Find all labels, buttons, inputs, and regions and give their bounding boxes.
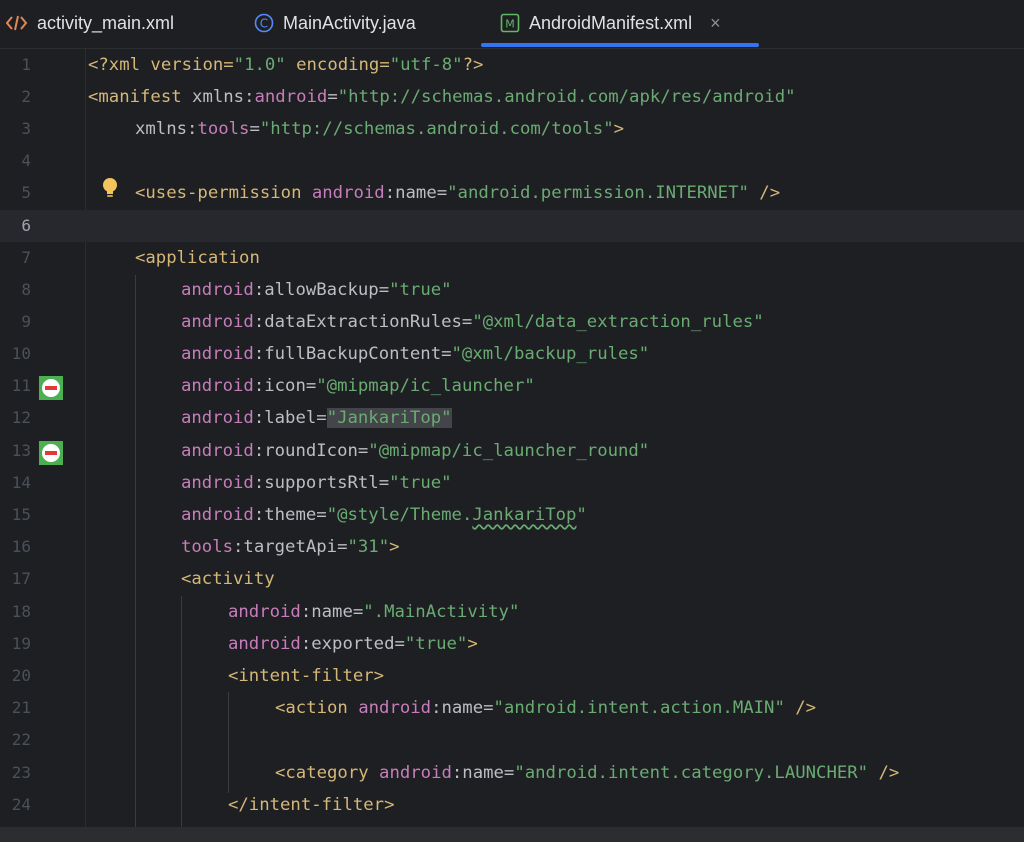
code-line-current: 6 [0,210,1024,242]
code-line: 20 <intent-filter> [0,660,1024,692]
line-number: 13 [11,441,31,460]
code-text: android:theme="@style/Theme.JankariTop" [181,505,587,525]
code-line: 12 android:label="JankariTop" [0,402,1024,434]
code-line: 16 tools:targetApi="31"> [0,531,1024,563]
code-text: <activity [181,569,275,589]
line-number: 1 [21,55,31,74]
svg-text:C: C [260,17,268,31]
line-number: 9 [21,312,31,331]
code-text: <category android:name="android.intent.c… [275,763,900,783]
code-text: android:roundIcon="@mipmap/ic_launcher_r… [181,441,650,461]
code-text: android:fullBackupContent="@xml/backup_r… [181,344,650,364]
tab-android-manifest-xml[interactable]: M AndroidManifest.xml × [500,0,721,46]
code-text: android:dataExtractionRules="@xml/data_e… [181,312,764,332]
line-number: 5 [21,183,31,202]
line-number: 17 [11,569,31,588]
code-line: 17 <activity [0,563,1024,595]
code-line: 15 android:theme="@style/Theme.JankariTo… [0,499,1024,531]
code-line: 1 <?xml version="1.0" encoding="utf-8"?> [0,49,1024,81]
code-text: xmlns:tools="http://schemas.android.com/… [135,119,625,139]
round-launcher-icon-preview[interactable] [39,441,63,465]
code-line: 10 android:fullBackupContent="@xml/backu… [0,338,1024,370]
svg-text:M: M [505,18,515,31]
line-number: 14 [11,473,31,492]
tab-label: activity_main.xml [37,12,175,33]
line-number: 18 [11,602,31,621]
line-number: 2 [21,87,31,106]
code-text: android:name=".MainActivity" [228,602,520,622]
line-number: 7 [21,248,31,267]
code-line: 4 [0,145,1024,177]
code-line: 2 <manifest xmlns:android="http://schema… [0,81,1024,113]
line-number: 8 [21,280,31,299]
selected-text: "JankariTop" [326,408,452,428]
code-line: 8 android:allowBackup="true" [0,274,1024,306]
manifest-icon: M [500,13,520,33]
java-class-icon: C [254,13,274,33]
spelling-warning: JankariTop [472,505,577,525]
lightbulb-icon[interactable] [101,177,119,201]
code-line: 18 android:name=".MainActivity" [0,596,1024,628]
line-number: 21 [11,698,31,717]
tab-activity-main-xml[interactable]: activity_main.xml [6,0,174,46]
line-number: 16 [11,537,31,556]
line-number: 11 [11,376,31,395]
code-text: tools:targetApi="31"> [181,537,400,557]
code-text: android:supportsRtl="true" [181,473,452,493]
code-text: android:icon="@mipmap/ic_launcher" [181,376,535,396]
code-line: 24 </intent-filter> [0,789,1024,821]
code-line: 7 <application [0,242,1024,274]
line-number: 4 [21,151,31,170]
tab-main-activity-java[interactable]: C MainActivity.java [254,0,416,46]
close-tab-icon[interactable]: × [710,13,721,34]
code-line: 3 xmlns:tools="http://schemas.android.co… [0,113,1024,145]
code-text: </intent-filter> [228,795,395,815]
code-text: android:allowBackup="true" [181,280,452,300]
code-text: <manifest xmlns:android="http://schemas.… [88,87,796,107]
code-text: <action android:name="android.intent.act… [275,698,817,718]
breadcrumb-bar [0,827,1024,842]
line-number: 19 [11,634,31,653]
line-number: 10 [11,344,31,363]
xml-layout-icon [6,14,28,32]
code-line: 23 <category android:name="android.inten… [0,757,1024,789]
editor-tab-bar: activity_main.xml C MainActivity.java M … [0,0,1024,49]
line-number: 23 [11,763,31,782]
tab-label: MainActivity.java [283,12,416,33]
code-line: 5 <uses-permission android:name="android… [0,177,1024,209]
line-number: 22 [11,730,31,749]
code-text: android:label="JankariTop" [181,408,452,428]
line-number: 6 [21,216,31,235]
code-line: 9 android:dataExtractionRules="@xml/data… [0,306,1024,338]
line-number: 15 [11,505,31,524]
code-text: <uses-permission android:name="android.p… [135,183,781,203]
code-line: 21 <action android:name="android.intent.… [0,692,1024,724]
line-number: 12 [11,408,31,427]
code-line: 22 [0,724,1024,756]
code-text: android:exported="true"> [228,634,478,654]
code-text: <application [135,248,260,268]
code-text: <?xml version="1.0" encoding="utf-8"?> [88,55,484,75]
line-number: 3 [21,119,31,138]
code-text: <intent-filter> [228,666,385,686]
active-tab-indicator [481,43,759,47]
tab-label: AndroidManifest.xml [529,12,693,33]
line-number: 20 [11,666,31,685]
line-number: 24 [11,795,31,814]
code-line: 14 android:supportsRtl="true" [0,467,1024,499]
code-line: 11 android:icon="@mipmap/ic_launcher" [0,370,1024,402]
launcher-icon-preview[interactable] [39,376,63,400]
code-line: 13 android:roundIcon="@mipmap/ic_launche… [0,435,1024,467]
code-line: 19 android:exported="true"> [0,628,1024,660]
